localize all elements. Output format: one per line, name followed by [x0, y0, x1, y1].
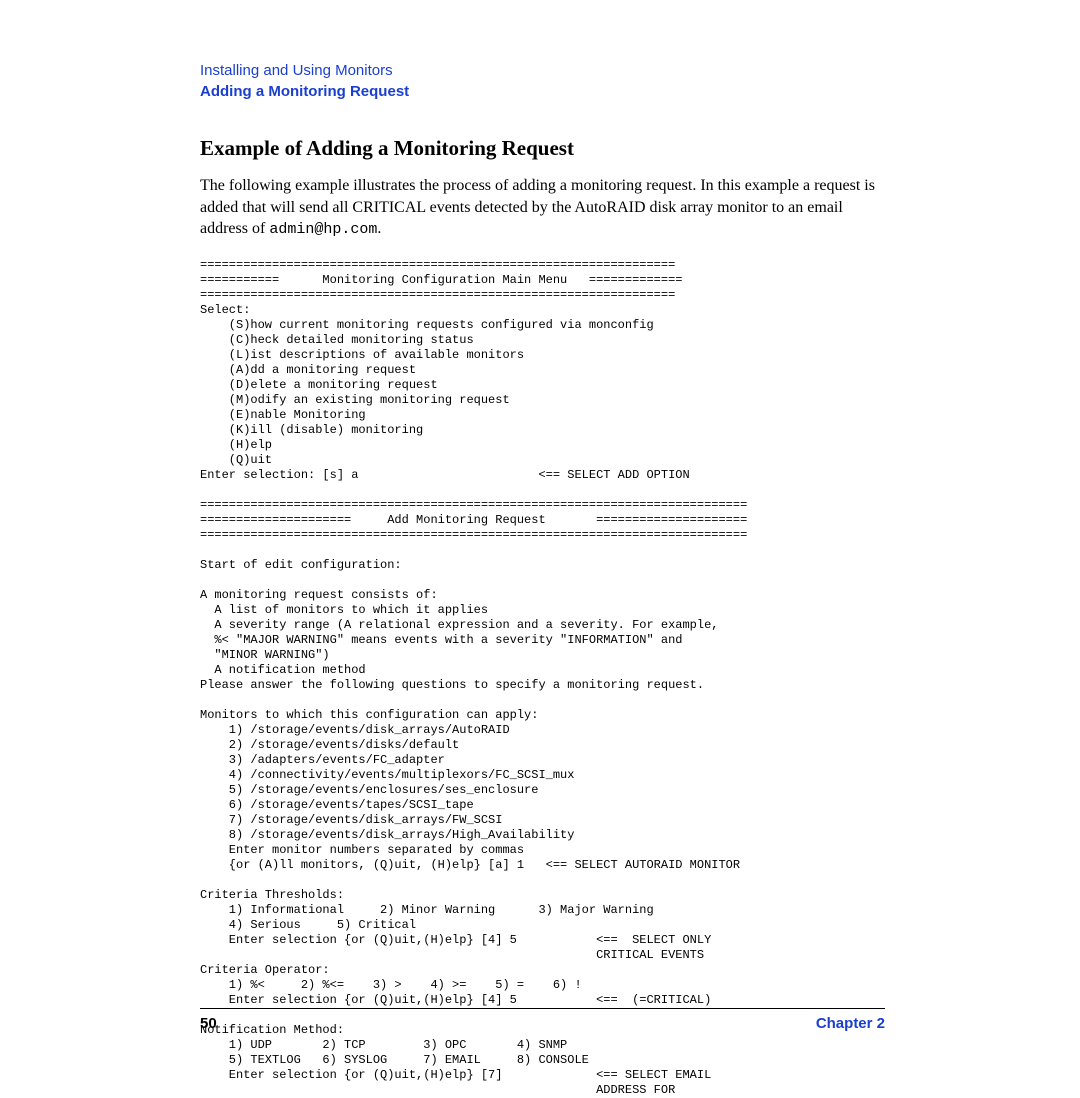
- intro-text-after: .: [377, 220, 381, 237]
- running-header: Installing and Using Monitors Adding a M…: [200, 60, 885, 102]
- heading-example: Example of Adding a Monitoring Request: [200, 136, 885, 161]
- page-footer: 50 Chapter 2: [200, 1008, 885, 1032]
- chapter-label: Chapter 2: [816, 1015, 885, 1032]
- intro-code-email: admin@hp.com: [269, 221, 377, 238]
- page-root: Installing and Using Monitors Adding a M…: [0, 0, 1080, 1080]
- chapter-title: Installing and Using Monitors: [200, 60, 885, 81]
- section-title: Adding a Monitoring Request: [200, 81, 885, 102]
- page-number: 50: [200, 1015, 217, 1032]
- console-output: ========================================…: [200, 258, 885, 1098]
- intro-paragraph: The following example illustrates the pr…: [200, 175, 885, 240]
